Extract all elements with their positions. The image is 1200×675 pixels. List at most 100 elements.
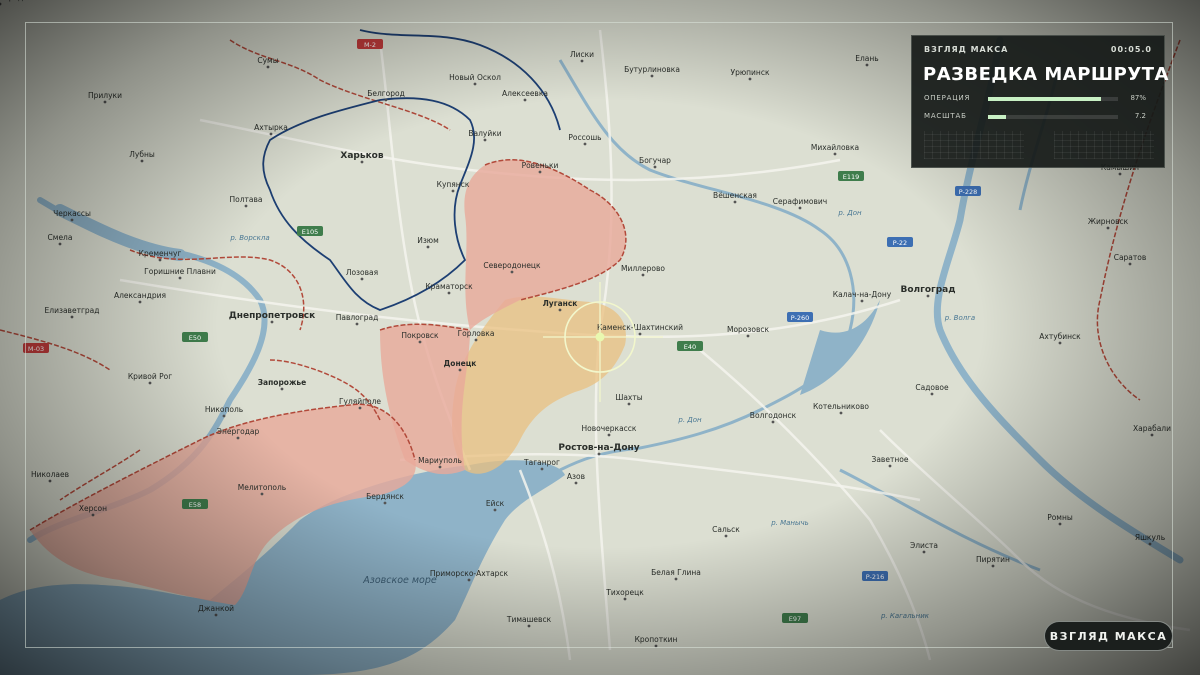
river-label: р. Кагальник xyxy=(880,612,930,620)
city-label: Джанкой xyxy=(198,604,234,613)
mission-panel: ВЗГЛЯД МАКСА 00:05.0 РАЗВЕДКА МАРШРУТА О… xyxy=(911,35,1168,168)
city-dot xyxy=(538,170,542,174)
map-view[interactable]: Сумы Белгород Новый Оскол Алексеевка Лиски Бу… xyxy=(0,0,1200,675)
city-label: Светлоград xyxy=(0,0,23,2)
city-label: Запорожье xyxy=(258,378,307,387)
river-label: р. Ворскла xyxy=(229,234,269,242)
city-dot xyxy=(222,414,226,418)
city-dot xyxy=(214,613,218,617)
city-label: Алексеевка xyxy=(502,89,548,98)
city-dot xyxy=(1058,341,1062,345)
city-dot xyxy=(574,481,578,485)
city-label: Северодонецк xyxy=(483,261,541,270)
city-label: Шахты xyxy=(615,393,642,402)
city-label: Черкассы xyxy=(53,209,91,218)
road-shield-label: M-03 xyxy=(28,345,44,353)
city-label: Елань xyxy=(855,54,878,63)
city-dot xyxy=(58,242,62,246)
city-label: Приморско-Ахтарск xyxy=(430,569,509,578)
road-shield-label: P-260 xyxy=(791,314,810,322)
scale-stat: МАСШТАБ 7.2 xyxy=(924,112,1152,124)
city-dot xyxy=(236,436,240,440)
scale-label: МАСШТАБ xyxy=(924,112,967,120)
city-dot xyxy=(70,218,74,222)
city-label: Кропоткин xyxy=(635,635,678,644)
city-label: Ахтубинск xyxy=(1039,332,1081,341)
road-shield-label: E105 xyxy=(302,228,319,236)
city-label: Вёшенская xyxy=(713,191,757,200)
city-label: Пирятин xyxy=(976,555,1010,564)
city-label: Елизаветград xyxy=(45,306,100,315)
scale-bar xyxy=(988,115,1118,119)
city-label: Ростов-на-Дону xyxy=(558,443,639,453)
city-dot xyxy=(270,320,274,324)
panel-brand: ВЗГЛЯД МАКСА xyxy=(924,45,1009,54)
mission-timer: 00:05.0 xyxy=(1110,45,1152,54)
brand-badge[interactable]: ВЗГЛЯД МАКСА xyxy=(1044,621,1173,651)
city-label: Таганрог xyxy=(523,458,560,467)
city-label: Калач-на-Дону xyxy=(833,290,892,299)
grid-block xyxy=(924,131,1024,159)
city-label: Каменск-Шахтинский xyxy=(597,323,683,332)
city-label: Волгодонск xyxy=(750,411,797,420)
city-label: Волгоград xyxy=(900,285,955,295)
city-label: Миллерово xyxy=(621,264,665,273)
city-label: Ромны xyxy=(1047,513,1073,522)
road-shield-label: E58 xyxy=(189,501,201,509)
city-dot xyxy=(383,501,387,505)
operation-bar-fill xyxy=(988,97,1102,101)
city-dot xyxy=(650,74,654,78)
grid-block xyxy=(1054,131,1154,159)
city-dot xyxy=(280,387,284,391)
city-dot xyxy=(839,411,843,415)
city-dot xyxy=(654,644,658,648)
city-dot xyxy=(627,402,631,406)
city-dot xyxy=(483,138,487,142)
city-dot xyxy=(653,165,657,169)
city-label: Яшкуль xyxy=(1135,533,1165,542)
city-dot xyxy=(926,294,930,298)
city-label: Ахтырка xyxy=(254,123,288,132)
city-label: Луганск xyxy=(543,299,578,308)
road-shield-label: E50 xyxy=(189,334,201,342)
sea-label: Азовское море xyxy=(362,575,437,586)
city-dot xyxy=(1106,226,1110,230)
river-label: р. Дон xyxy=(677,416,702,424)
city-label: Садовое xyxy=(915,383,949,392)
city-dot xyxy=(260,492,264,496)
city-dot xyxy=(922,550,926,554)
city-label: Урюпинск xyxy=(731,68,770,77)
city-label: Лозовая xyxy=(346,268,378,277)
city-label: Ейск xyxy=(486,499,505,508)
city-dot xyxy=(360,160,364,164)
city-dot xyxy=(148,381,152,385)
city-dot xyxy=(447,291,451,295)
city-dot xyxy=(865,63,869,67)
city-label: Краматорск xyxy=(425,282,473,291)
city-dot xyxy=(641,273,645,277)
city-dot xyxy=(493,508,497,512)
road-shield-label: P-228 xyxy=(959,188,978,196)
city-dot xyxy=(140,159,144,163)
city-label: Белгород xyxy=(367,89,405,98)
road-shield-label: P-22 xyxy=(893,239,907,247)
city-dot xyxy=(748,77,752,81)
city-dot xyxy=(888,464,892,468)
operation-bar xyxy=(988,97,1118,101)
mission-title: РАЗВЕДКА МАРШРУТА xyxy=(923,64,1169,85)
city-dot xyxy=(103,100,107,104)
river-label: р. Дон xyxy=(837,209,862,217)
city-label: Никополь xyxy=(205,405,243,414)
city-label: Лиски xyxy=(570,50,594,59)
city-dot xyxy=(523,98,527,102)
city-dot xyxy=(426,245,430,249)
city-dot xyxy=(930,392,934,396)
city-dot xyxy=(510,270,514,274)
city-label: Покровск xyxy=(401,331,439,340)
city-dot xyxy=(467,578,471,582)
city-label: Саратов xyxy=(1114,253,1147,262)
operation-stat: ОПЕРАЦИЯ 87% xyxy=(924,94,1152,106)
city-dot xyxy=(798,206,802,210)
city-label: Азов xyxy=(567,472,585,481)
city-label: Днепропетровск xyxy=(229,311,315,321)
